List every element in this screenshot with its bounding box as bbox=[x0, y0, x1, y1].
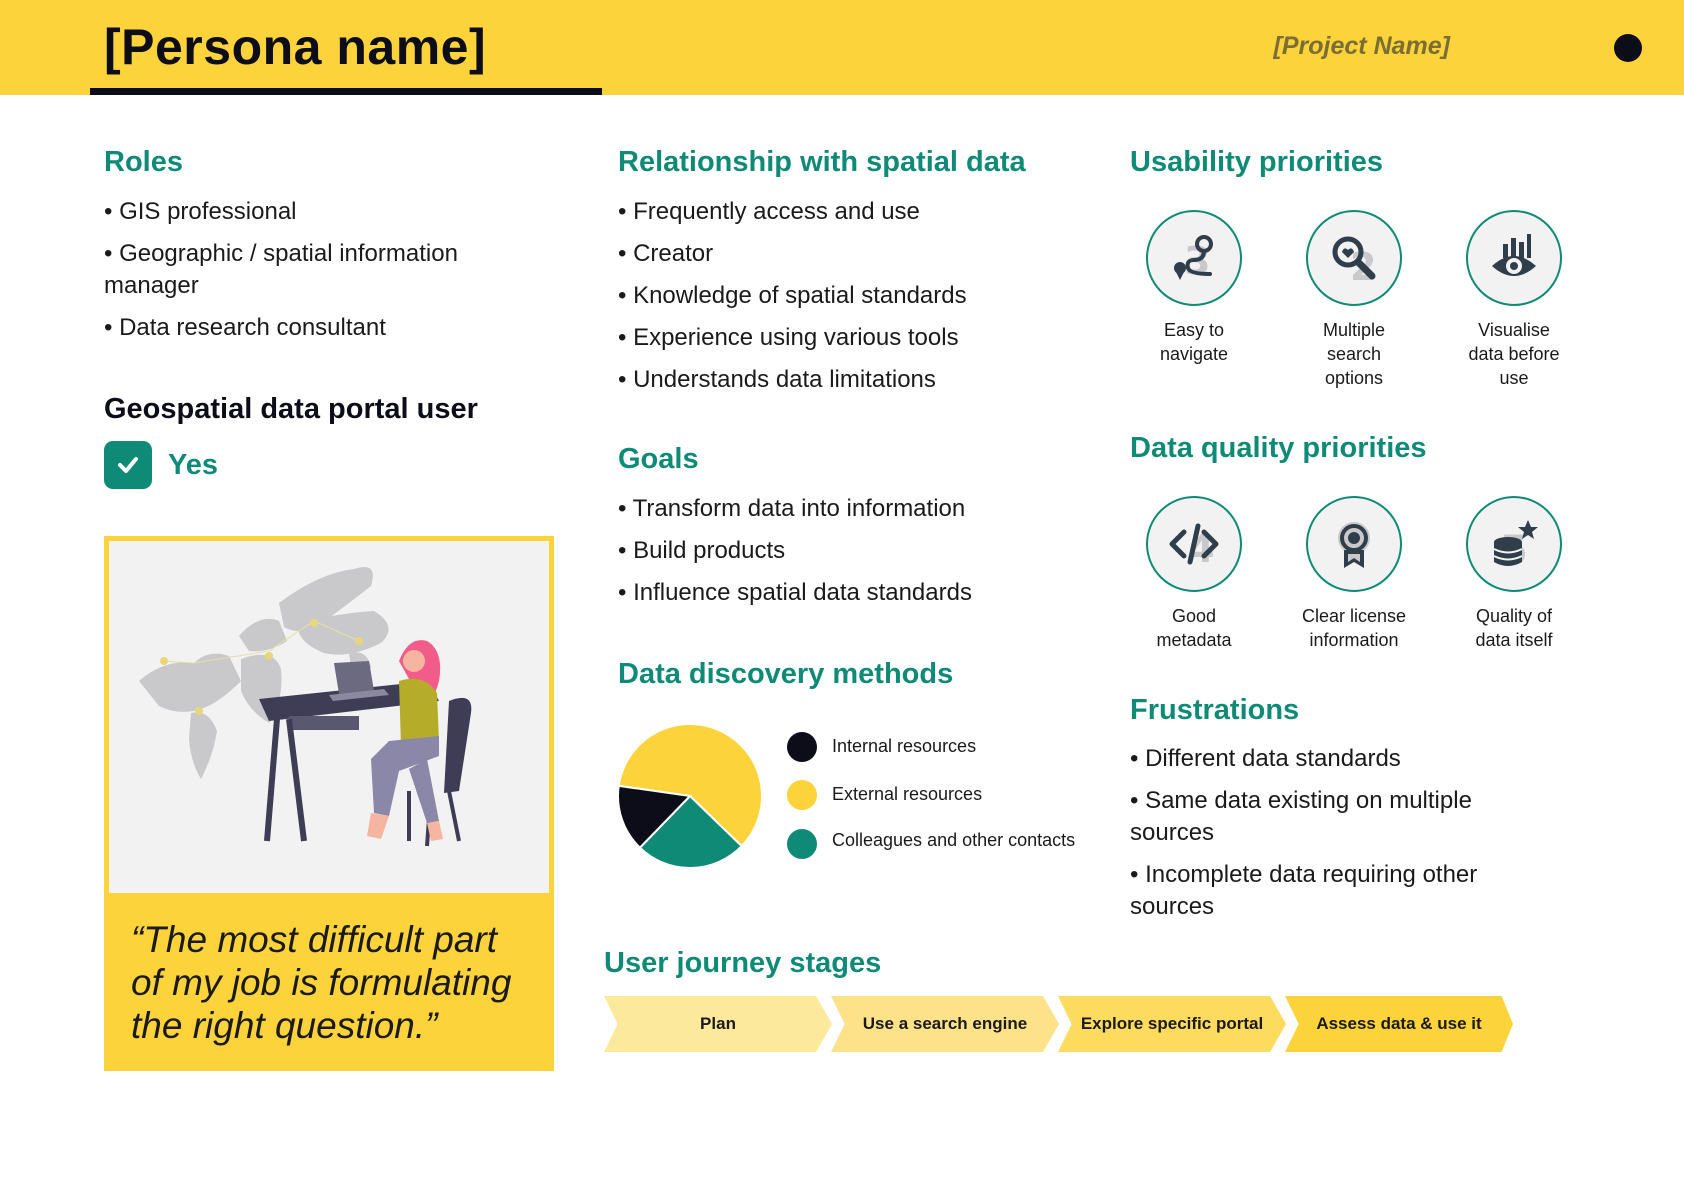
eye-chart-icon bbox=[1466, 210, 1562, 306]
frustrations-list: • Different data standards • Same data e… bbox=[1130, 743, 1550, 933]
list-item: • Geographic / spatial information manag… bbox=[104, 240, 458, 299]
quality-label: Quality of data itself bbox=[1475, 606, 1553, 650]
magnifier-icon: 2 bbox=[1306, 210, 1402, 306]
relationship-title: Relationship with spatial data bbox=[618, 146, 1026, 178]
header-dot bbox=[1614, 34, 1642, 62]
discovery-title: Data discovery methods bbox=[618, 658, 954, 690]
journey-stage-search-engine: Use a search engine bbox=[831, 996, 1059, 1052]
list-item: • Transform data into information bbox=[618, 495, 966, 522]
goals-list: • Transform data into information • Buil… bbox=[618, 493, 1098, 619]
journey-title: User journey stages bbox=[604, 947, 882, 979]
usability-title: Usability priorities bbox=[1130, 146, 1384, 178]
list-item: • Same data existing on multiple sources bbox=[1130, 787, 1472, 846]
persona-quote: “The most difficult part of my job is fo… bbox=[131, 919, 512, 1046]
check-icon bbox=[104, 441, 152, 489]
list-item: • GIS professional bbox=[104, 198, 297, 225]
quality-item: Clear license information bbox=[1279, 496, 1429, 652]
quality-item: 4 Good metadata bbox=[1119, 496, 1269, 652]
usability-label: Easy to navigate bbox=[1159, 320, 1229, 364]
list-item: • Influence spatial data standards bbox=[618, 579, 972, 606]
quality-label: Clear license information bbox=[1301, 606, 1407, 650]
list-item: • Frequently access and use bbox=[618, 198, 920, 225]
legend-dot-colleagues bbox=[787, 829, 817, 859]
legend-dot-external bbox=[787, 780, 817, 810]
usability-item: 2 Multiple search options bbox=[1279, 210, 1429, 390]
list-item: • Creator bbox=[618, 240, 714, 267]
list-item: • Different data standards bbox=[1130, 745, 1401, 772]
persona-illustration bbox=[109, 541, 549, 893]
usability-item: Visualise data before use bbox=[1439, 210, 1589, 390]
portal-user-value: Yes bbox=[168, 449, 218, 481]
list-item: • Build products bbox=[618, 537, 786, 564]
journey-stage-plan: Plan bbox=[604, 996, 832, 1052]
frustrations-title: Frustrations bbox=[1130, 694, 1300, 726]
quality-title: Data quality priorities bbox=[1130, 432, 1427, 464]
legend-label-external: External resources bbox=[832, 784, 983, 804]
route-pin-icon: 3 bbox=[1146, 210, 1242, 306]
title-underline bbox=[90, 88, 602, 95]
database-star-icon: 5 bbox=[1466, 496, 1562, 592]
usability-label: Visualise data before use bbox=[1468, 320, 1560, 388]
goals-title: Goals bbox=[618, 443, 699, 475]
legend-label-colleagues: Colleagues and other contacts bbox=[832, 830, 1076, 850]
journey-stage-explore-portal: Explore specific portal bbox=[1058, 996, 1286, 1052]
roles-title: Roles bbox=[104, 146, 183, 178]
legend-label-internal: Internal resources bbox=[832, 736, 977, 756]
code-icon: 4 bbox=[1146, 496, 1242, 592]
quality-item: 5 Quality of data itself bbox=[1439, 496, 1589, 652]
usability-item: 3 Easy to navigate bbox=[1119, 210, 1269, 366]
list-item: • Data research consultant bbox=[104, 314, 386, 341]
portal-user-title: Geospatial data portal user bbox=[104, 393, 478, 425]
list-item: • Experience using various tools bbox=[618, 324, 959, 351]
project-name: [Project Name] bbox=[1273, 32, 1450, 60]
persona-name-title: [Persona name] bbox=[104, 19, 487, 75]
award-ribbon-icon bbox=[1306, 496, 1402, 592]
legend-dot-internal bbox=[787, 732, 817, 762]
roles-list: • GIS professional • Geographic / spatia… bbox=[104, 196, 544, 354]
relationship-list: • Frequently access and use • Creator • … bbox=[618, 196, 1098, 406]
persona-illustration-card: “The most difficult part of my job is fo… bbox=[104, 536, 554, 1071]
list-item: • Incomplete data requiring other source… bbox=[1130, 861, 1478, 920]
list-item: • Understands data limitations bbox=[618, 366, 936, 393]
quality-label: Good metadata bbox=[1156, 606, 1232, 650]
usability-label: Multiple search options bbox=[1322, 320, 1386, 388]
list-item: • Knowledge of spatial standards bbox=[618, 282, 967, 309]
discovery-pie-chart bbox=[617, 723, 763, 869]
journey-stage-assess-data: Assess data & use it bbox=[1285, 996, 1513, 1052]
